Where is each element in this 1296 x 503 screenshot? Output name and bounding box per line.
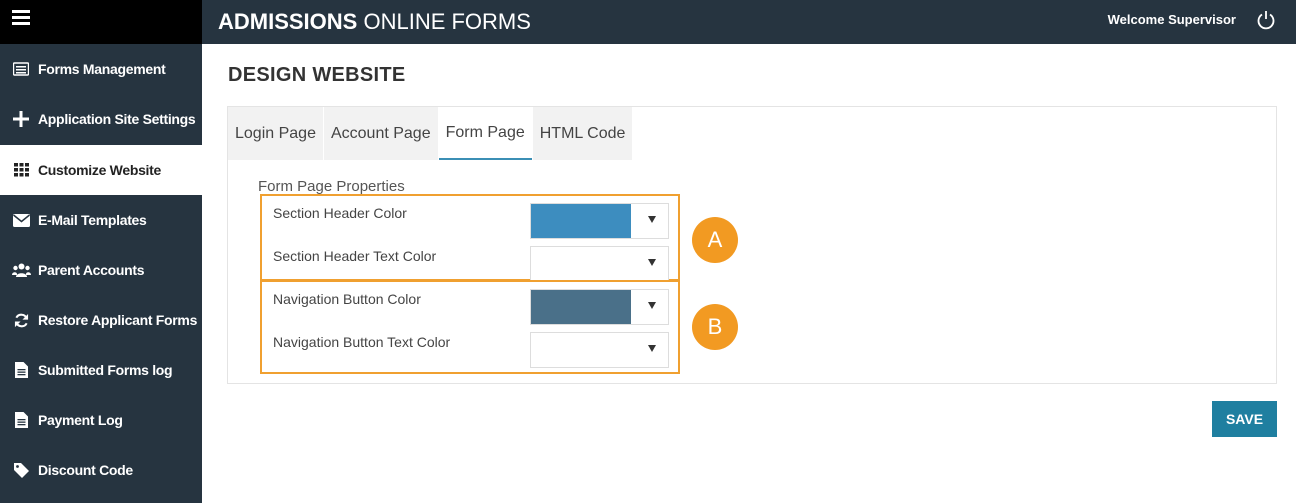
sidebar-item-restore-applicant-forms[interactable]: Restore Applicant Forms — [0, 295, 202, 345]
page-title: DESIGN WEBSITE — [228, 64, 406, 86]
app-title: ADMISSIONS ONLINE FORMS — [218, 9, 531, 35]
sidebar-item-label: Payment Log — [38, 412, 123, 428]
caret-down-icon — [648, 302, 656, 309]
tab-account-page[interactable]: Account Page — [323, 107, 438, 160]
document-icon — [7, 412, 35, 428]
tab-form-page[interactable]: Form Page — [438, 107, 532, 160]
hamburger-menu-icon[interactable] — [12, 10, 30, 26]
power-icon[interactable] — [1256, 10, 1276, 30]
menu-bar — [0, 0, 202, 44]
sidebar-item-parent-accounts[interactable]: Parent Accounts — [0, 245, 202, 295]
grid-icon — [7, 163, 35, 177]
form-page-properties-label: Form Page Properties — [258, 178, 405, 195]
sidebar-item-label: Application Site Settings — [38, 111, 196, 127]
navigation-button-color-label: Navigation Button Color — [273, 291, 421, 307]
document-icon — [7, 362, 35, 378]
color-swatch — [531, 290, 631, 324]
tab-login-page[interactable]: Login Page — [228, 107, 323, 160]
sidebar-item-label: Submitted Forms log — [38, 362, 173, 378]
tab-html-code[interactable]: HTML Code — [532, 107, 633, 160]
sidebar-item-discount-code[interactable]: Discount Code — [0, 445, 202, 495]
refresh-icon — [7, 313, 35, 328]
section-header-text-color-label: Section Header Text Color — [273, 248, 437, 264]
section-header-color-label: Section Header Color — [273, 205, 407, 221]
sidebar-item-payment-log[interactable]: Payment Log — [0, 395, 202, 445]
annotation-badge-b: B — [692, 304, 738, 350]
sidebar: Forms Management Application Site Settin… — [0, 0, 202, 503]
form-list-icon — [7, 62, 35, 76]
welcome-text: Welcome Supervisor — [1107, 12, 1236, 27]
caret-down-icon — [648, 216, 656, 223]
sidebar-item-submitted-forms-log[interactable]: Submitted Forms log — [0, 345, 202, 395]
sidebar-item-application-site-settings[interactable]: Application Site Settings — [0, 94, 202, 144]
section-header-color-select[interactable] — [530, 203, 669, 239]
plus-icon — [7, 111, 35, 127]
navigation-button-text-color-label: Navigation Button Text Color — [273, 334, 451, 350]
color-swatch — [531, 204, 631, 238]
caret-down-icon — [648, 345, 656, 352]
top-bar: ADMISSIONS ONLINE FORMS Welcome Supervis… — [202, 0, 1296, 44]
app-title-bold: ADMISSIONS — [218, 9, 358, 34]
users-icon — [7, 263, 35, 277]
sidebar-item-label: Discount Code — [38, 462, 133, 478]
sidebar-item-label: Forms Management — [38, 61, 166, 77]
sidebar-item-label: Customize Website — [38, 162, 161, 178]
save-button[interactable]: SAVE — [1212, 401, 1277, 437]
tag-icon — [7, 462, 35, 478]
sidebar-item-label: E-Mail Templates — [38, 212, 147, 228]
tab-bar: Login Page Account Page Form Page HTML C… — [228, 107, 633, 161]
navigation-button-color-select[interactable] — [530, 289, 669, 325]
caret-down-icon — [648, 259, 656, 266]
navigation-button-text-color-select[interactable] — [530, 332, 669, 368]
app-title-rest: ONLINE FORMS — [357, 9, 531, 34]
section-header-text-color-select[interactable] — [530, 246, 669, 282]
annotation-badge-a: A — [692, 217, 738, 263]
envelope-icon — [7, 213, 35, 227]
sidebar-item-customize-website[interactable]: Customize Website — [0, 145, 202, 195]
sidebar-item-label: Restore Applicant Forms — [38, 312, 198, 328]
sidebar-item-label: Parent Accounts — [38, 262, 145, 278]
sidebar-item-forms-management[interactable]: Forms Management — [0, 44, 202, 94]
sidebar-item-email-templates[interactable]: E-Mail Templates — [0, 195, 202, 245]
